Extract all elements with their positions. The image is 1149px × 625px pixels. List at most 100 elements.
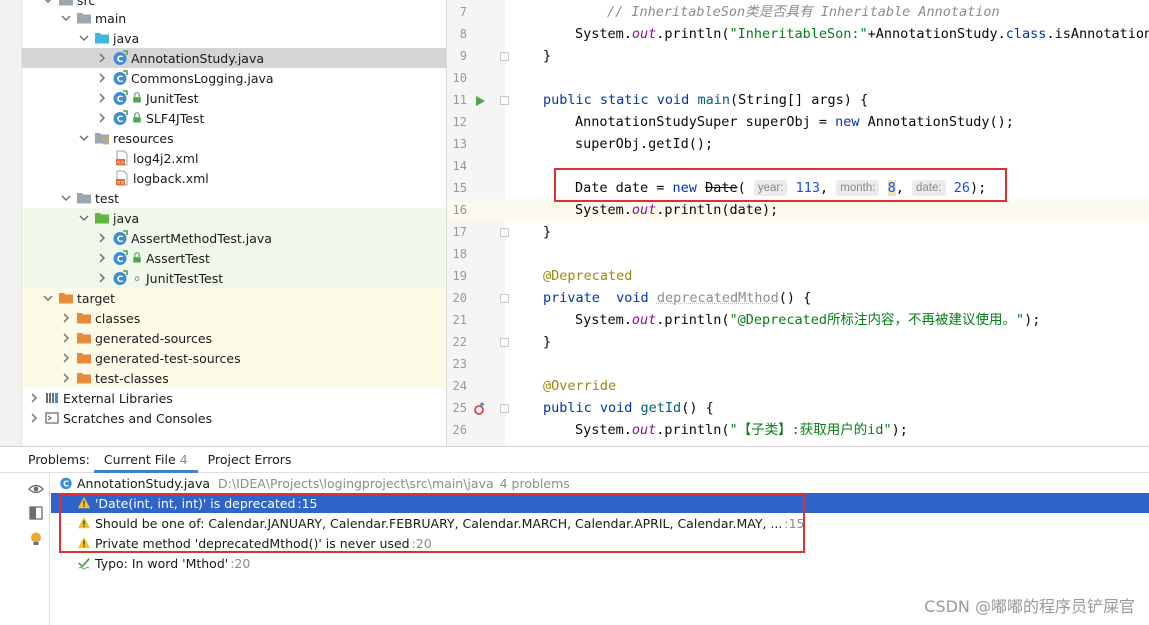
problems-file-row[interactable]: C AnnotationStudy.java D:\IDEA\Projects\… (51, 473, 1149, 493)
lightbulb-icon[interactable] (28, 531, 44, 547)
code-line-current[interactable]: 16 System.out.println(date); (447, 199, 1149, 221)
deprecated-constructor[interactable]: Date (705, 180, 738, 196)
chevron-right-icon[interactable] (96, 72, 108, 84)
chevron-right-icon[interactable] (60, 352, 72, 364)
code-text: superObj.getId(); (575, 136, 714, 152)
tab-current-file[interactable]: Current File 4 (93, 447, 198, 473)
line-number: 23 (452, 357, 467, 371)
chevron-right-icon[interactable] (96, 112, 108, 124)
tree-item-commonslogging[interactable]: C CommonsLogging.java (22, 68, 446, 88)
project-tree: src main java C AnnotationStudy.java C C… (0, 0, 446, 446)
tree-item-external-libraries[interactable]: External Libraries (22, 388, 446, 408)
run-icon[interactable] (473, 94, 487, 108)
code-line[interactable]: 20 private void deprecatedMthod() { (447, 287, 1149, 309)
chevron-right-icon[interactable] (60, 332, 72, 344)
code-line[interactable]: 7 // InheritableSon类是否具有 Inheritable Ann… (447, 1, 1149, 23)
chevron-down-icon[interactable] (60, 192, 72, 204)
fold-marker-icon[interactable] (500, 228, 509, 237)
tree-item-logback[interactable]: <> logback.xml (22, 168, 446, 188)
tree-item-classes[interactable]: classes (22, 308, 446, 328)
code-token: .isAnnotationP (1046, 26, 1149, 42)
problem-item[interactable]: Private method 'deprecatedMthod()' is ne… (51, 533, 1149, 553)
typo-check-icon (78, 558, 90, 570)
code-token: System. (575, 312, 632, 328)
code-token: ); (969, 180, 987, 196)
line-number: 22 (452, 335, 467, 349)
code-editor[interactable]: 7 // InheritableSon类是否具有 Inheritable Ann… (446, 0, 1149, 446)
tree-item-resources[interactable]: resources (22, 128, 446, 148)
code-line[interactable]: 23 (447, 353, 1149, 375)
svg-text:<>: <> (116, 160, 124, 166)
tab-project-errors[interactable]: Project Errors (198, 447, 302, 473)
chevron-down-icon[interactable] (78, 32, 90, 44)
problem-item[interactable]: Typo: In word 'Mthod' :20 (51, 553, 1149, 573)
tree-item-java[interactable]: java (22, 28, 446, 48)
code-line[interactable]: 19 @Deprecated (447, 265, 1149, 287)
code-line[interactable]: 14 (447, 155, 1149, 177)
chevron-down-icon[interactable] (78, 212, 90, 224)
code-line[interactable]: 21 System.out.println("@Deprecated所标注内容，… (447, 309, 1149, 331)
chevron-right-icon[interactable] (60, 312, 72, 324)
code-line[interactable]: 26 System.out.println("【子类】:获取用户的id"); (447, 419, 1149, 441)
code-line[interactable]: 9 } (447, 45, 1149, 67)
problems-title: Problems: (28, 452, 90, 467)
code-line[interactable]: 17 } (447, 221, 1149, 243)
chevron-down-icon[interactable] (60, 12, 72, 24)
chevron-right-icon[interactable] (96, 92, 108, 104)
preview-pane-icon[interactable] (28, 505, 44, 521)
chevron-right-icon[interactable] (96, 272, 108, 284)
problem-item[interactable]: 'Date(int, int, int)' is deprecated :15 (51, 493, 1149, 513)
tree-item-assertmethodtest[interactable]: C AssertMethodTest.java (22, 228, 446, 248)
fold-marker-icon[interactable] (500, 52, 509, 61)
chevron-down-icon[interactable] (42, 292, 54, 304)
code-line[interactable]: 18 (447, 243, 1149, 265)
fold-marker-icon[interactable] (500, 404, 509, 413)
tree-item-log4j2[interactable]: <> log4j2.xml (22, 148, 446, 168)
svg-text:C: C (63, 480, 69, 489)
code-line[interactable]: 12 AnnotationStudySuper superObj = new A… (447, 111, 1149, 133)
code-line[interactable]: 22 } (447, 331, 1149, 353)
tree-item-asserttest[interactable]: C AssertTest (22, 248, 446, 268)
tree-item-generated-sources[interactable]: generated-sources (22, 328, 446, 348)
code-token: () { (778, 290, 812, 306)
code-line[interactable]: 10 (447, 67, 1149, 89)
fold-marker-icon[interactable] (500, 294, 509, 303)
code-annotation: @Override (543, 378, 617, 394)
tree-item-target[interactable]: target (22, 288, 446, 308)
chevron-right-icon[interactable] (28, 392, 40, 404)
tree-item-junittesttest[interactable]: C JunitTestTest (22, 268, 446, 288)
chevron-right-icon[interactable] (96, 52, 108, 64)
tree-item-slf4jtest[interactable]: C SLF4JTest (22, 108, 446, 128)
code-line[interactable]: 25 public void getId() { (447, 397, 1149, 419)
tree-item-test-java[interactable]: java (22, 208, 446, 228)
chevron-right-icon[interactable] (96, 252, 108, 264)
chevron-down-icon[interactable] (78, 132, 90, 144)
code-string: "【子类】:获取用户的id" (729, 422, 892, 438)
code-line[interactable]: 11 public static void main(String[] args… (447, 89, 1149, 111)
chevron-right-icon[interactable] (96, 232, 108, 244)
override-marker-icon[interactable] (473, 402, 487, 416)
chevron-down-icon[interactable] (42, 0, 54, 6)
tree-item-scratches[interactable]: Scratches and Consoles (22, 408, 446, 428)
problem-item[interactable]: Should be one of: Calendar.JANUARY, Cale… (51, 513, 1149, 533)
tree-item-test[interactable]: test (22, 188, 446, 208)
code-line[interactable]: 13 superObj.getId(); (447, 133, 1149, 155)
code-line[interactable]: 15 Date date = new Date( year: 113, mont… (447, 177, 1149, 199)
problems-file-count: 4 problems (499, 475, 570, 491)
eye-icon[interactable] (28, 481, 44, 497)
code-keyword: new (835, 114, 860, 130)
svg-text:C: C (117, 55, 124, 65)
code-line[interactable]: 24 @Override (447, 375, 1149, 397)
code-line[interactable]: 8 System.out.println("InheritableSon:"+A… (447, 23, 1149, 45)
tree-item-annotationstudy[interactable]: C AnnotationStudy.java (22, 48, 446, 68)
code-number: 26 (953, 180, 970, 196)
fold-marker-icon[interactable] (500, 338, 509, 347)
package-private-icon (131, 270, 143, 286)
fold-marker-icon[interactable] (500, 96, 509, 105)
chevron-right-icon[interactable] (60, 372, 72, 384)
tree-item-generated-test-sources[interactable]: generated-test-sources (22, 348, 446, 368)
tree-item-test-classes[interactable]: test-classes (22, 368, 446, 388)
tree-item-junittest[interactable]: C JunitTest (22, 88, 446, 108)
tree-item-main[interactable]: main (22, 8, 446, 28)
chevron-right-icon[interactable] (28, 412, 40, 424)
